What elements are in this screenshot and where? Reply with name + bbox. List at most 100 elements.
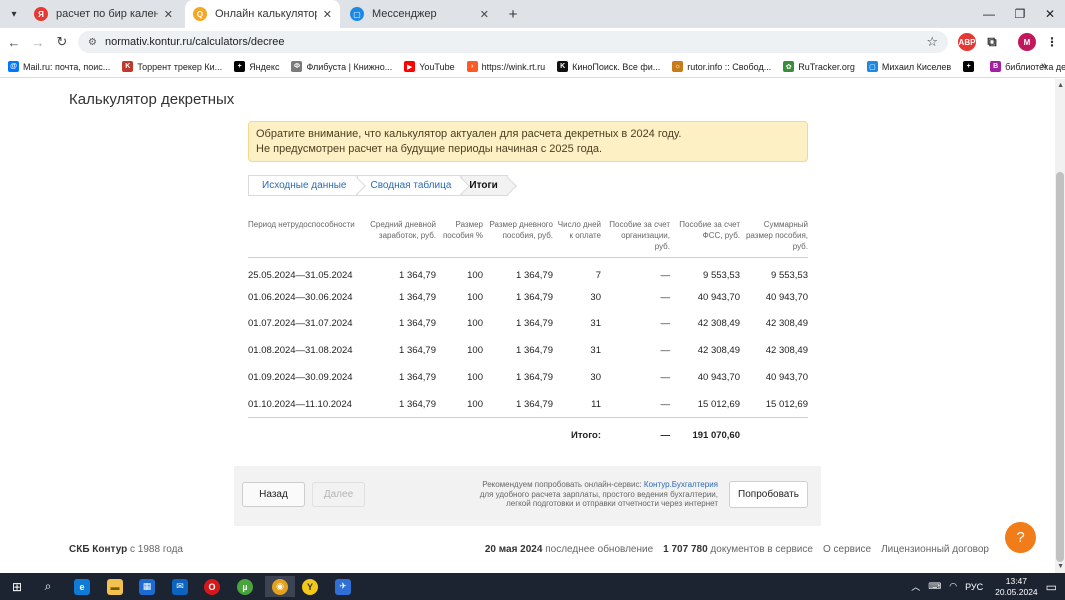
- bookmark-label: Михаил Киселев: [881, 61, 952, 72]
- page-title: Калькулятор декретных: [69, 91, 235, 108]
- close-tab-icon[interactable]: ✕: [323, 8, 332, 21]
- bookmark-item[interactable]: ▢ Михаил Киселев: [866, 61, 952, 72]
- close-window-icon[interactable]: ✕: [1034, 0, 1065, 28]
- bookmarks-overflow-icon[interactable]: »: [1041, 60, 1047, 72]
- bookmark-item[interactable]: ✿ RuTracker.org: [783, 61, 855, 72]
- scroll-down-icon[interactable]: ▼: [1057, 563, 1064, 570]
- table-cell: 100: [467, 372, 483, 384]
- bookmark-item[interactable]: ▶ YouTube: [404, 61, 455, 72]
- edge-icon[interactable]: e: [71, 576, 93, 597]
- tab-kontur-calculator[interactable]: Q Онлайн калькулятор для расч ✕: [185, 0, 340, 28]
- table-header-row: Период нетрудоспособности Средний дневно…: [248, 219, 808, 258]
- table-cell: 100: [467, 318, 483, 330]
- bookmark-item[interactable]: +: [963, 61, 978, 72]
- table-cell: 1 364,79: [399, 291, 436, 303]
- clock[interactable]: 13:47 20.05.2024: [995, 576, 1038, 598]
- bookmark-label: Яндекс: [249, 61, 280, 72]
- tab-search-icon[interactable]: ▾: [4, 4, 24, 24]
- notice-line: Не предусмотрен расчет на будущие период…: [256, 143, 603, 155]
- mail-icon[interactable]: ✉: [169, 576, 191, 597]
- file-explorer-icon[interactable]: ▬: [104, 576, 126, 597]
- bookmark-icon: @: [8, 61, 19, 72]
- help-button[interactable]: ?: [1005, 522, 1036, 553]
- profile-avatar[interactable]: M: [1018, 33, 1036, 51]
- doc-count-value: 1 707 780: [663, 544, 708, 555]
- new-tab-icon[interactable]: +: [503, 4, 523, 24]
- windows-start-icon[interactable]: ⊞: [6, 576, 28, 597]
- minimize-icon[interactable]: —: [973, 0, 1005, 28]
- bookmark-item[interactable]: › https://wink.rt.ru: [466, 61, 545, 72]
- license-link[interactable]: Лицензионный договор: [881, 544, 989, 555]
- table-cell: 1 364,79: [358, 390, 436, 419]
- notifications-icon[interactable]: ▭: [1046, 580, 1057, 594]
- back-button[interactable]: Назад: [242, 482, 305, 507]
- table-cell: 9 553,53: [703, 270, 740, 282]
- bookmark-icon: Ф: [291, 61, 303, 72]
- site-info-icon[interactable]: ⚙: [88, 37, 97, 48]
- bookmark-item[interactable]: K КиноПоиск. Все фи...: [557, 61, 660, 72]
- bookmark-item[interactable]: Ф Флибуста | Книжно...: [291, 61, 392, 72]
- close-tab-icon[interactable]: ✕: [164, 8, 173, 21]
- back-icon[interactable]: ←: [4, 32, 24, 52]
- tab-messenger[interactable]: ▢ Мессенджер ✕: [342, 0, 497, 28]
- bookmark-icon: ✿: [783, 61, 795, 72]
- about-link[interactable]: О сервисе: [823, 544, 871, 555]
- notice-line: Обратите внимание, что калькулятор актуа…: [256, 128, 682, 140]
- language-indicator[interactable]: РУС: [965, 582, 983, 592]
- table-cell: 25.05.2024—31.05.2024: [248, 270, 353, 282]
- action-bar: Назад Далее Рекомендуем попробовать онла…: [234, 466, 821, 526]
- table-cell: 01.08.2024—31.08.2024: [248, 345, 353, 357]
- table-cell: 42 308,49: [765, 318, 808, 330]
- adblock-extension-icon[interactable]: ABP: [958, 33, 976, 51]
- kontur-accounting-link[interactable]: Контур.Бухгалтерия: [644, 480, 718, 489]
- try-button[interactable]: Попробовать: [729, 481, 808, 508]
- scrollbar-thumb[interactable]: [1056, 172, 1064, 562]
- close-tab-icon[interactable]: ✕: [480, 8, 489, 21]
- opera-icon[interactable]: O: [201, 576, 223, 597]
- column-header: Число дней к оплате: [553, 219, 601, 258]
- copyright: СКБ Контур с 1988 года: [69, 544, 183, 555]
- bookmark-star-icon[interactable]: ☆: [926, 34, 938, 50]
- tray-overflow-icon[interactable]: ︿: [911, 580, 920, 593]
- store-icon[interactable]: ▦: [136, 576, 158, 597]
- promo-text: Рекомендуем попробовать онлайн-сервис: К…: [470, 480, 718, 509]
- column-header: Пособие за счет ФСС, руб.: [670, 219, 740, 258]
- promo-rest: для удобного расчета зарплаты, простого …: [479, 489, 718, 509]
- table-cell: 100: [436, 390, 483, 419]
- doc-count-label: документов в сервисе: [707, 544, 813, 555]
- table-cell: 15 012,69: [670, 390, 740, 419]
- keyboard-icon[interactable]: ⌨: [928, 581, 941, 592]
- utorrent-icon[interactable]: µ: [234, 576, 256, 597]
- bookmark-item[interactable]: K Торрент трекер Ки...: [122, 61, 222, 72]
- search-icon[interactable]: ⌕: [37, 576, 59, 597]
- promo-prefix: Рекомендуем попробовать онлайн-сервис:: [482, 480, 644, 489]
- step-summary-table[interactable]: Сводная таблица: [356, 175, 462, 196]
- next-button[interactable]: Далее: [312, 482, 365, 507]
- forward-icon[interactable]: →: [28, 32, 48, 52]
- column-header: Размер пособия %: [436, 219, 483, 258]
- reload-icon[interactable]: ↻: [52, 32, 72, 52]
- clock-date: 20.05.2024: [995, 586, 1038, 597]
- network-icon[interactable]: ◠: [949, 581, 957, 592]
- tab-yandex-search[interactable]: Я расчет по бир календарь — Я ✕: [26, 0, 181, 28]
- bookmark-label: Торрент трекер Ки...: [137, 61, 223, 72]
- table-cell: 42 308,49: [697, 318, 740, 330]
- chrome-icon[interactable]: ◉: [265, 576, 295, 597]
- maximize-icon[interactable]: ❐: [1004, 0, 1036, 28]
- browser-menu-icon[interactable]: ⋮: [1043, 33, 1061, 51]
- bookmark-icon: +: [234, 61, 246, 72]
- clock-time: 13:47: [1005, 575, 1028, 586]
- table-cell: 40 943,70: [697, 372, 740, 384]
- table-cell: 1 364,79: [516, 372, 553, 384]
- bookmark-item[interactable]: @ Mail.ru: почта, поис...: [8, 61, 110, 72]
- step-source-data[interactable]: Исходные данные: [248, 175, 357, 196]
- yandex-browser-icon[interactable]: Y: [299, 576, 321, 597]
- table-cell: 11: [553, 390, 601, 419]
- bookmark-item[interactable]: + Яндекс: [234, 61, 279, 72]
- app-icon[interactable]: ✈: [332, 576, 354, 597]
- scroll-up-icon[interactable]: ▲: [1057, 82, 1064, 89]
- bookmark-item[interactable]: ☼ rutor.info :: Свобод...: [672, 61, 771, 72]
- bookmark-item[interactable]: Bбиблиотека детско...: [990, 61, 1065, 72]
- address-bar[interactable]: ⚙ normativ.kontur.ru/calculators/decree …: [78, 31, 948, 53]
- extensions-puzzle-icon[interactable]: ⧉: [983, 33, 1001, 51]
